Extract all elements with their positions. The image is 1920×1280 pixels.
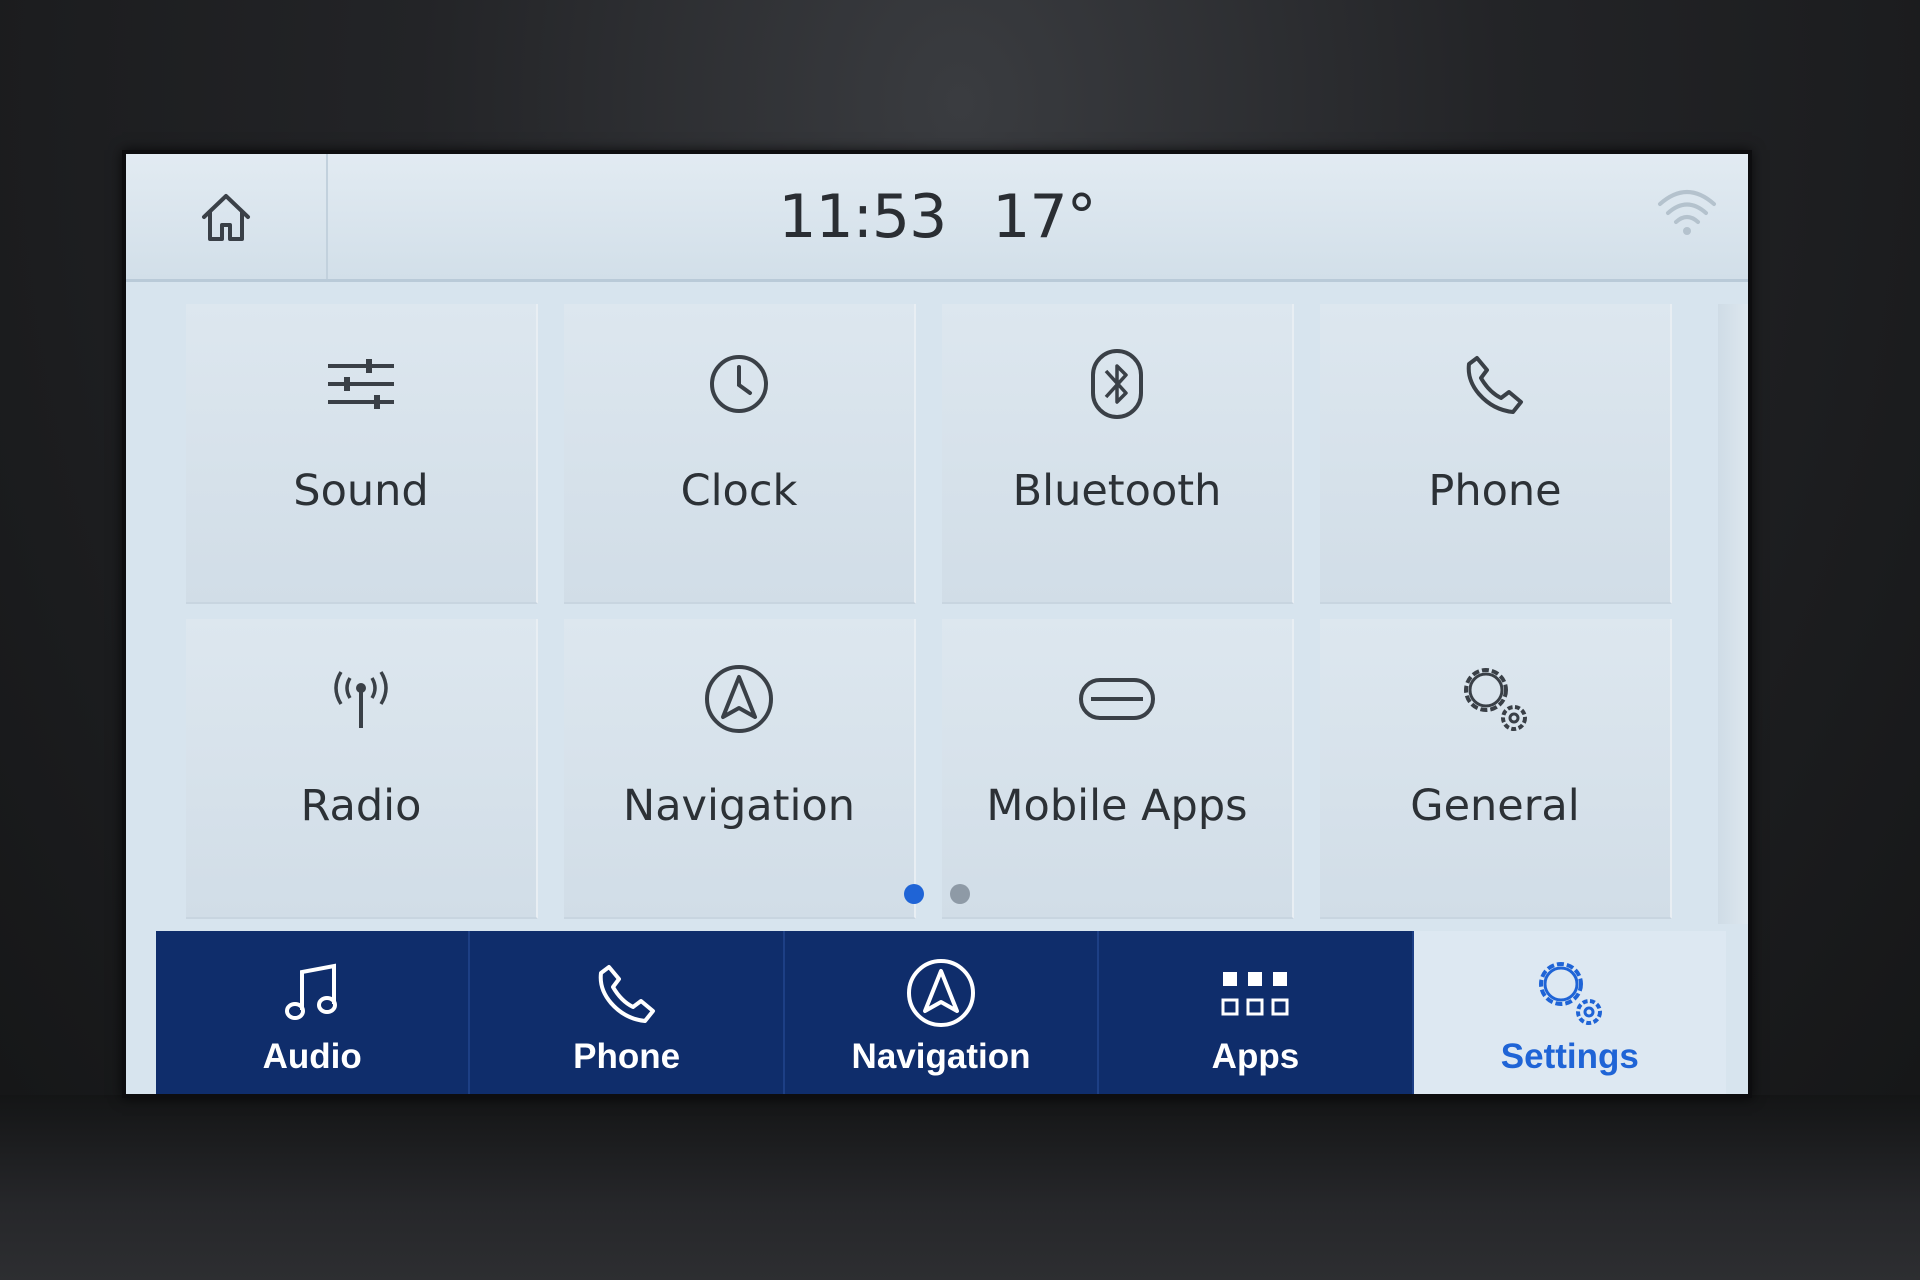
nav-audio[interactable]: Audio [156, 931, 471, 1094]
bluetooth-icon [1091, 349, 1143, 419]
nav-apps[interactable]: Apps [1099, 931, 1414, 1094]
link-icon [1079, 678, 1155, 720]
clock-time: 11:53 [778, 181, 947, 252]
nav-label: Apps [1211, 1037, 1300, 1076]
tile-label: Radio [300, 781, 422, 831]
nav-label: Audio [262, 1037, 362, 1076]
tile-radio[interactable]: Radio [186, 619, 538, 919]
tile-bluetooth[interactable]: Bluetooth [942, 304, 1294, 604]
infotainment-screen: 11:53 17° Sound Clock Bluetooth Phone Ra… [122, 150, 1752, 1098]
page-dot-active[interactable] [904, 884, 924, 904]
status-bar: 11:53 17° [126, 154, 1748, 282]
music-note-icon [285, 963, 338, 1020]
tile-label: Navigation [623, 781, 855, 831]
tile-clock[interactable]: Clock [564, 304, 916, 604]
next-page-edge [1718, 304, 1748, 924]
tile-mobile-apps[interactable]: Mobile Apps [942, 619, 1294, 919]
tile-navigation[interactable]: Navigation [564, 619, 916, 919]
wifi-icon [1658, 190, 1716, 235]
gears-icon [1538, 962, 1602, 1025]
tile-label: Mobile Apps [986, 781, 1248, 831]
tile-label: General [1410, 781, 1580, 831]
clock-icon [710, 355, 768, 413]
page-indicator [126, 884, 1748, 904]
bottom-nav: Audio Phone Navigation Apps Settings [156, 931, 1727, 1094]
radio-antenna-icon [334, 671, 388, 728]
navigation-arrow-icon [907, 959, 976, 1027]
phone-icon [1466, 356, 1523, 414]
tile-label: Phone [1428, 466, 1562, 516]
nav-label: Settings [1500, 1037, 1639, 1076]
nav-label: Phone [573, 1037, 681, 1076]
status-center: 11:53 17° [126, 154, 1748, 279]
tile-general[interactable]: General [1320, 619, 1672, 919]
dashboard-lower-panel [0, 1095, 1920, 1280]
gears-icon [1464, 668, 1527, 731]
wifi-indicator [1656, 186, 1718, 242]
tile-label: Sound [293, 466, 429, 516]
equalizer-sliders-icon [328, 359, 394, 409]
app-grid-icon [1221, 972, 1289, 1016]
nav-label: Navigation [851, 1037, 1031, 1076]
nav-navigation[interactable]: Navigation [785, 931, 1100, 1094]
outside-temperature: 17° [992, 181, 1096, 252]
page-dot[interactable] [950, 884, 970, 904]
tile-label: Bluetooth [1012, 466, 1222, 516]
phone-icon [598, 965, 655, 1023]
nav-phone[interactable]: Phone [470, 931, 785, 1094]
tile-sound[interactable]: Sound [186, 304, 538, 604]
navigation-arrow-icon [705, 665, 773, 733]
tile-label: Clock [680, 466, 798, 516]
nav-settings[interactable]: Settings [1413, 931, 1727, 1094]
tile-phone[interactable]: Phone [1320, 304, 1672, 604]
